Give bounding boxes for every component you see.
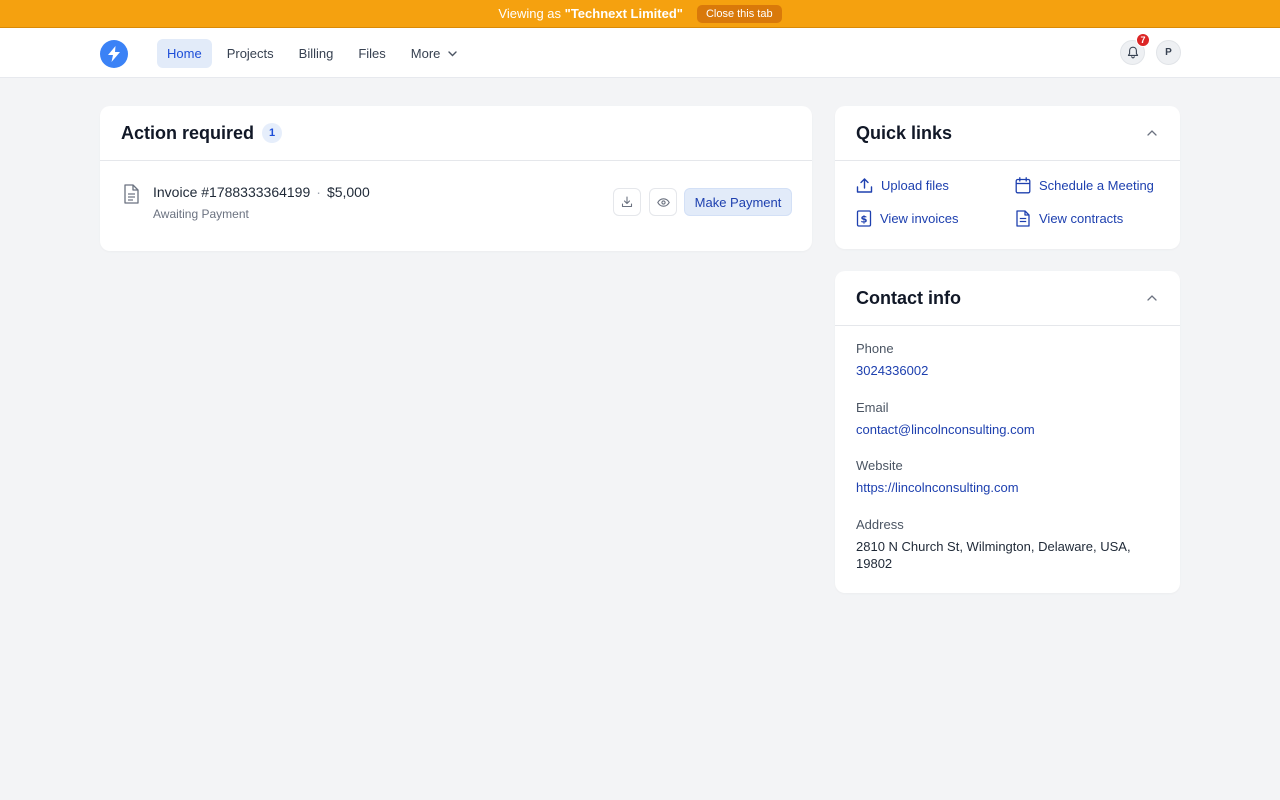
quick-links-card: Quick links Upload files Schedule a Meet… <box>835 106 1180 249</box>
make-payment-button[interactable]: Make Payment <box>684 188 792 216</box>
app-logo[interactable] <box>100 40 128 68</box>
invoice-number: Invoice #1788333364199 <box>153 184 311 200</box>
contract-icon <box>1016 210 1030 227</box>
invoice-icon: $ <box>856 210 872 227</box>
calendar-icon <box>1015 177 1031 194</box>
quick-link-schedule-meeting[interactable]: Schedule a Meeting <box>1015 177 1154 194</box>
invoice-status: Awaiting Payment <box>153 207 249 221</box>
address-label: Address <box>856 517 904 532</box>
main-nav: Home Projects Billing Files More <box>157 39 472 68</box>
eye-icon <box>656 197 670 207</box>
action-required-header: Action required 1 <box>100 106 812 161</box>
email-label: Email <box>856 400 889 415</box>
banner-text: Viewing as "Technext Limited" <box>498 6 683 21</box>
nav-item-more-label: More <box>410 46 441 61</box>
upload-icon <box>856 178 873 193</box>
download-icon <box>621 196 633 208</box>
download-invoice-button[interactable] <box>613 188 641 216</box>
contact-info-title: Contact info <box>856 287 961 308</box>
nav-item-projects[interactable]: Projects <box>217 39 284 68</box>
user-avatar[interactable]: P <box>1156 40 1181 65</box>
phone-link[interactable]: 3024336002 <box>856 363 928 378</box>
close-tab-button[interactable]: Close this tab <box>696 4 782 23</box>
invoice-row: Invoice #1788333364199 · $5,000 Awaiting P… <box>100 161 812 251</box>
quick-link-upload-label: Upload files <box>881 178 949 193</box>
lightning-bolt-icon <box>108 46 120 62</box>
document-icon <box>124 184 139 204</box>
banner-prefix: Viewing as <box>498 6 562 21</box>
bell-icon <box>1127 46 1138 59</box>
quick-link-view-invoices[interactable]: $ View invoices <box>856 210 959 227</box>
website-link[interactable]: https://lincolnconsulting.com <box>856 480 1019 495</box>
invoice-amount: $5,000 <box>326 184 370 200</box>
nav-item-home[interactable]: Home <box>157 39 212 68</box>
banner-account-name: "Technext Limited" <box>564 6 683 21</box>
quick-link-view-contracts[interactable]: View contracts <box>1015 210 1123 227</box>
impersonation-banner: Viewing as "Technext Limited" Close this… <box>0 0 1280 28</box>
action-required-title: Action required <box>121 122 255 143</box>
chevron-up-icon <box>1147 295 1157 301</box>
phone-label: Phone <box>856 341 894 356</box>
action-count-badge: 1 <box>262 123 283 143</box>
contact-info-header: Contact info <box>835 271 1180 326</box>
address-value: 2810 N Church St, Wilmington, Delaware, … <box>856 539 1131 571</box>
quick-link-upload-files[interactable]: Upload files <box>856 177 949 194</box>
chevron-down-icon <box>448 50 458 56</box>
collapse-contact-info-button[interactable] <box>1147 292 1159 304</box>
svg-text:$: $ <box>861 214 868 225</box>
notification-count-badge: 7 <box>1136 33 1150 47</box>
quick-link-schedule-label: Schedule a Meeting <box>1039 178 1154 193</box>
invoice-title: Invoice #1788333364199 · $5,000 <box>153 184 370 200</box>
action-required-card: Action required 1 Invoice #1788333364199… <box>100 106 812 251</box>
invoice-separator: · <box>316 184 321 200</box>
quick-link-invoices-label: View invoices <box>880 211 959 226</box>
contact-info-card: Contact info Phone 3024336002 Email cont… <box>835 271 1180 593</box>
collapse-quick-links-button[interactable] <box>1147 127 1159 139</box>
chevron-up-icon <box>1147 130 1157 136</box>
quick-link-contracts-label: View contracts <box>1039 211 1124 226</box>
quick-links-title: Quick links <box>856 122 953 143</box>
email-link[interactable]: contact@lincolnconsulting.com <box>856 422 1035 437</box>
website-label: Website <box>856 458 903 473</box>
nav-item-more[interactable]: More <box>401 39 468 68</box>
view-invoice-button[interactable] <box>649 188 677 216</box>
nav-item-files[interactable]: Files <box>348 39 395 68</box>
top-navbar: Home Projects Billing Files More P <box>0 28 1280 78</box>
quick-links-header: Quick links <box>835 106 1180 161</box>
nav-item-billing[interactable]: Billing <box>289 39 344 68</box>
